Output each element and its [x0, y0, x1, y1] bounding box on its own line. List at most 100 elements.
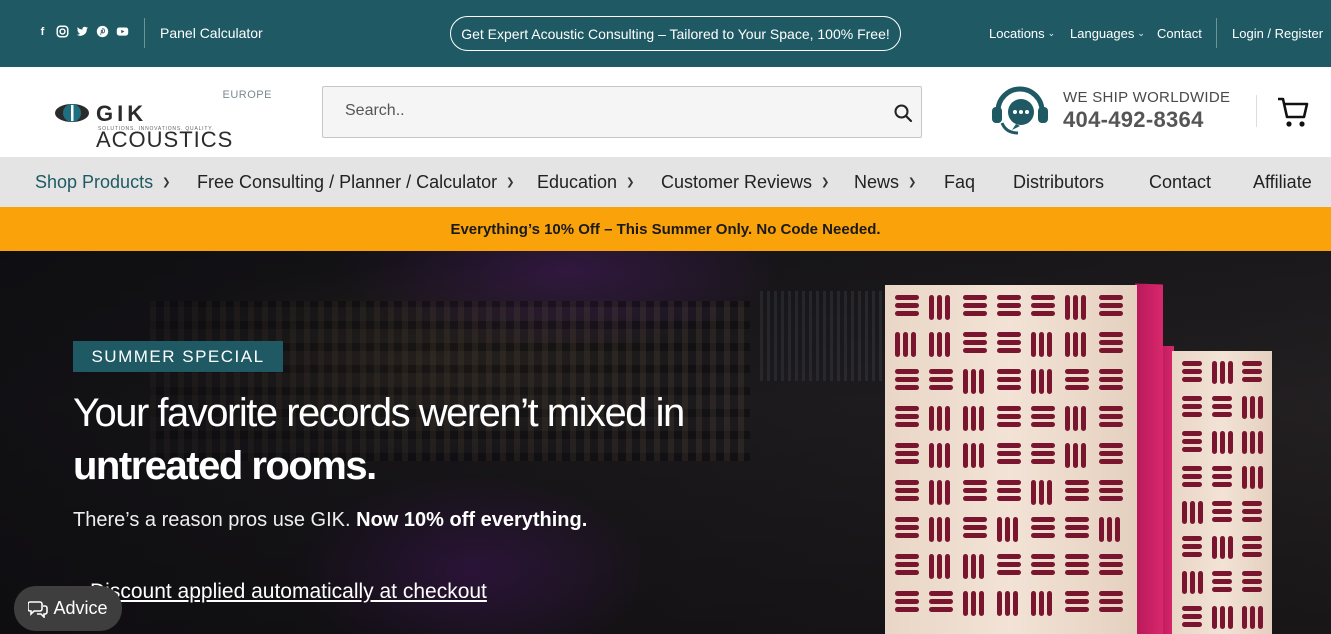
- panel-slot: [1031, 406, 1055, 411]
- nav-contact[interactable]: Contact: [1149, 172, 1211, 193]
- panel-slot: [1099, 332, 1123, 337]
- panel-slot: [895, 406, 919, 411]
- nav-faq[interactable]: Faq: [944, 172, 975, 193]
- panel-slot: [895, 591, 919, 596]
- panel-slot: [929, 480, 934, 505]
- panel-slot: [1242, 509, 1262, 514]
- phone-number-link[interactable]: 404-492-8364: [1063, 107, 1204, 133]
- youtube-icon[interactable]: [116, 25, 129, 38]
- panel-slot: [937, 332, 942, 357]
- panel-slot: [997, 496, 1021, 501]
- nav-affiliate[interactable]: Affiliate: [1253, 172, 1312, 193]
- search-icon[interactable]: [893, 103, 913, 123]
- panel-slot: [1065, 496, 1089, 501]
- panel-slot: [997, 295, 1021, 300]
- header-divider: [1256, 95, 1257, 127]
- languages-menu[interactable]: Languages ⌄: [1070, 26, 1145, 41]
- nav-label: Contact: [1149, 172, 1212, 192]
- panel-slot: [963, 348, 987, 353]
- panel-slot: [1220, 536, 1225, 559]
- login-register-label: Login / Register: [1232, 26, 1324, 41]
- panel-slot: [1242, 587, 1262, 592]
- panel-slot: [971, 443, 976, 468]
- panel-slot: [929, 369, 953, 374]
- panel-slot: [1081, 332, 1086, 357]
- nav-education[interactable]: Education ❯: [537, 172, 634, 193]
- login-register-link[interactable]: Login / Register: [1232, 26, 1323, 41]
- top-bar: f Panel Calculator Get Expert Acoustic C…: [0, 0, 1331, 67]
- nav-distributors[interactable]: Distributors: [1013, 172, 1104, 193]
- pinterest-icon[interactable]: [96, 25, 109, 38]
- advice-chat-button[interactable]: Advice: [14, 586, 122, 631]
- nav-news[interactable]: News ❯: [854, 172, 916, 193]
- search-box: [322, 86, 922, 138]
- panel-slot: [895, 562, 919, 567]
- panel-slot: [997, 488, 1021, 493]
- panel-slot: [1099, 406, 1123, 411]
- cart-icon[interactable]: [1276, 95, 1310, 129]
- nav-customer-reviews[interactable]: Customer Reviews ❯: [661, 172, 829, 193]
- panel-slot: [1065, 517, 1089, 522]
- panel-calculator-link[interactable]: Panel Calculator: [160, 25, 263, 41]
- nav-free-consulting[interactable]: Free Consulting / Planner / Calculator ❯: [197, 172, 515, 193]
- panel-slot: [1182, 501, 1187, 524]
- panel-slot: [945, 295, 950, 320]
- hero-subline: There’s a reason pros use GIK. Now 10% o…: [73, 509, 587, 532]
- panel-slot: [1250, 606, 1255, 629]
- panel-slot: [997, 303, 1021, 308]
- nav-shop-products[interactable]: Shop Products ❯: [35, 172, 170, 193]
- panel-slot: [1065, 591, 1089, 596]
- panel-slot: [895, 443, 919, 448]
- search-input[interactable]: [345, 102, 865, 120]
- panel-slot: [929, 607, 953, 612]
- acoustic-panel-front: [885, 285, 1137, 634]
- panel-slot: [971, 554, 976, 579]
- panel-slot: [895, 525, 919, 530]
- panel-slot: [1212, 579, 1232, 584]
- panel-slot: [1081, 406, 1086, 431]
- panel-slot: [1031, 554, 1055, 559]
- promo-banner[interactable]: Everything’s 10% Off – This Summer Only.…: [0, 207, 1331, 251]
- panel-slot: [1065, 525, 1089, 530]
- panel-slot: [1039, 591, 1044, 616]
- panel-slot: [1099, 570, 1123, 575]
- panel-slot: [1047, 591, 1052, 616]
- panel-slot: [997, 554, 1021, 559]
- panel-slot: [979, 369, 984, 394]
- panel-slot: [1212, 396, 1232, 401]
- panel-slot: [1073, 406, 1078, 431]
- gik-logo[interactable]: EUROPE GIK ACOUSTICS SOLUTIONS. INNOVATI…: [54, 89, 274, 152]
- facebook-icon[interactable]: f: [36, 25, 49, 38]
- panel-slot: [1031, 369, 1036, 394]
- panel-slot: [945, 332, 950, 357]
- top-contact-link[interactable]: Contact: [1157, 26, 1202, 41]
- panel-slot: [1031, 517, 1055, 522]
- panel-slot: [1182, 482, 1202, 487]
- panel-slot: [963, 369, 968, 394]
- panel-slot: [1031, 311, 1055, 316]
- panel-slot: [1228, 536, 1233, 559]
- locations-menu[interactable]: Locations ⌄: [989, 26, 1055, 41]
- panel-slot: [1212, 412, 1232, 417]
- panel-slot: [1250, 431, 1255, 454]
- panel-slot: [1212, 571, 1232, 576]
- panel-slot: [1031, 332, 1036, 357]
- panel-slot: [895, 459, 919, 464]
- panel-slot: [1212, 474, 1232, 479]
- panel-slot: [895, 570, 919, 575]
- panel-slot: [1065, 570, 1089, 575]
- panel-slot: [997, 451, 1021, 456]
- panel-slot: [895, 533, 919, 538]
- chevron-down-icon: ⌄: [1137, 28, 1145, 38]
- consulting-pill-button[interactable]: Get Expert Acoustic Consulting – Tailore…: [450, 16, 901, 51]
- discount-checkout-link[interactable]: Discount applied automatically at checko…: [90, 580, 487, 604]
- twitter-icon[interactable]: [76, 25, 89, 38]
- panel-slot: [1031, 480, 1036, 505]
- panel-slot: [929, 385, 953, 390]
- instagram-icon[interactable]: [56, 25, 69, 38]
- panel-slot: [1242, 501, 1262, 506]
- panel-slot: [997, 377, 1021, 382]
- panel-slot: [1099, 488, 1123, 493]
- panel-slot: [1005, 591, 1010, 616]
- panel-slot: [1031, 562, 1055, 567]
